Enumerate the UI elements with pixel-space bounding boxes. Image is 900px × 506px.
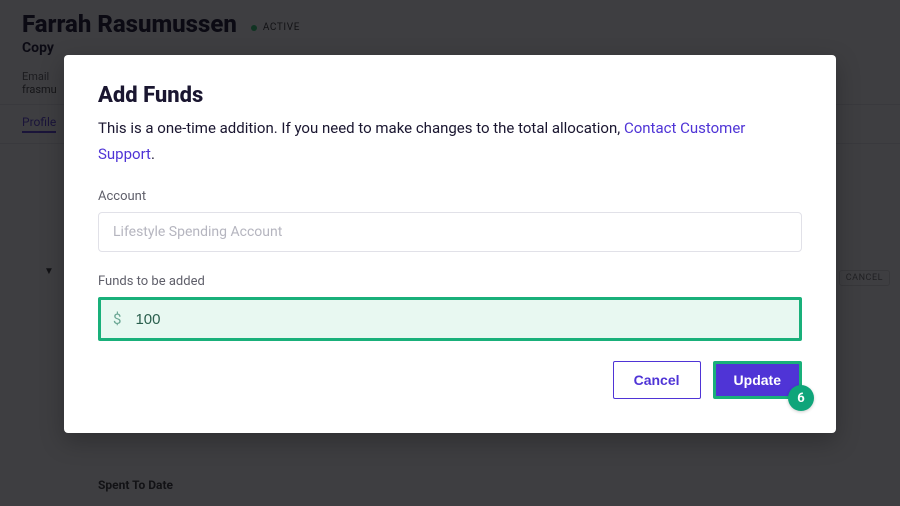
account-label: Account (98, 189, 802, 204)
step-badge: 6 (788, 385, 814, 411)
modal-description: This is a one-time addition. If you need… (98, 116, 802, 167)
cancel-button[interactable]: Cancel (613, 361, 701, 399)
account-field[interactable]: Lifestyle Spending Account (98, 212, 802, 252)
funds-group: Funds to be added $ (98, 274, 802, 341)
account-group: Account Lifestyle Spending Account (98, 189, 802, 252)
modal-desc-suffix: . (151, 145, 155, 163)
modal-desc-prefix: This is a one-time addition. If you need… (98, 119, 624, 137)
add-funds-modal: Add Funds This is a one-time addition. I… (64, 55, 836, 433)
modal-actions: Cancel Update 6 (98, 361, 802, 399)
currency-symbol: $ (113, 310, 121, 328)
modal-title: Add Funds (98, 83, 802, 108)
funds-input[interactable] (135, 311, 787, 328)
funds-label: Funds to be added (98, 274, 802, 289)
account-value: Lifestyle Spending Account (113, 224, 282, 240)
funds-field[interactable]: $ (98, 297, 802, 341)
